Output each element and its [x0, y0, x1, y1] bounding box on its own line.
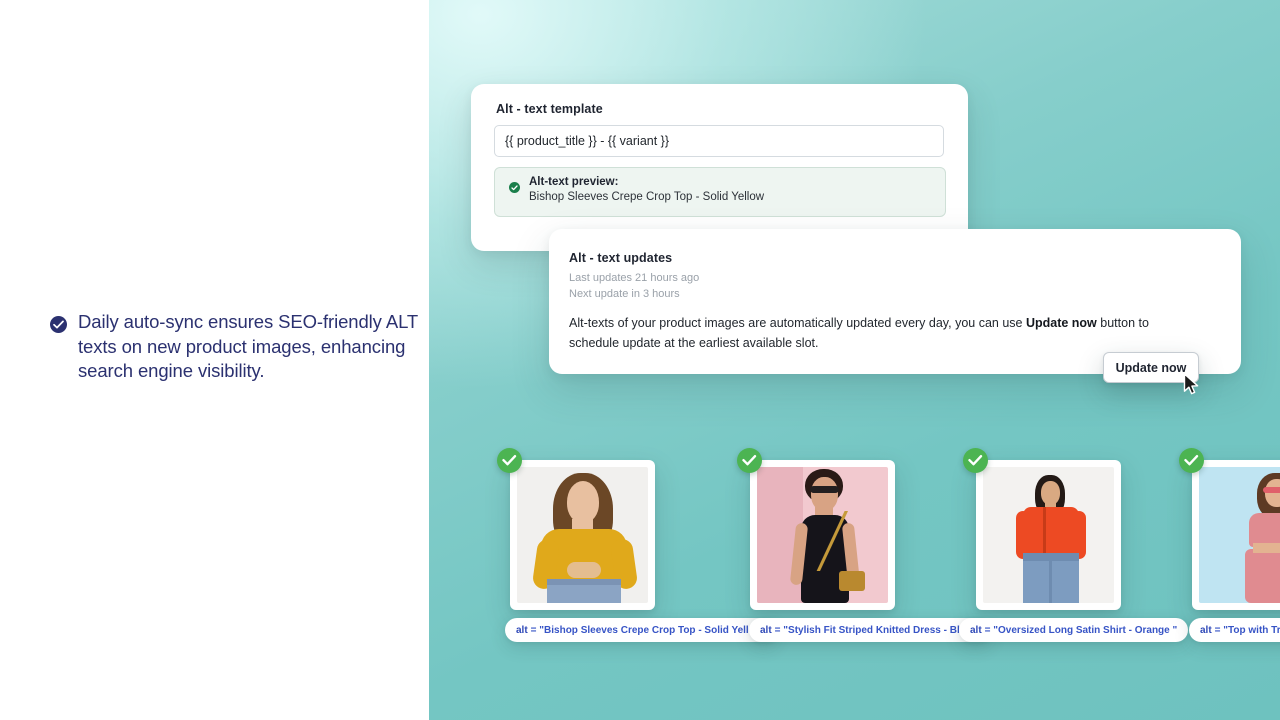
- alt-text-chip: alt = "Stylish Fit Striped Knitted Dress…: [749, 618, 993, 642]
- alt-text-preview-box: Alt-text preview: Bishop Sleeves Crepe C…: [494, 167, 946, 217]
- last-update-text: Last updates 21 hours ago: [569, 272, 700, 284]
- alt-chip-value: = "Bishop Sleeves Crepe Crop Top - Solid…: [530, 624, 768, 636]
- alt-text-updates-title: Alt - text updates: [569, 251, 673, 265]
- product-card-row: alt = "Bishop Sleeves Crepe Crop Top - S…: [429, 448, 1280, 652]
- alt-text-chip: alt = "Top with Trousers: [1189, 618, 1280, 642]
- product-image-frame: [510, 460, 655, 610]
- product-image-frame: [750, 460, 895, 610]
- left-white-panel: Daily auto-sync ensures SEO-friendly ALT…: [0, 0, 429, 720]
- alt-chip-value: = "Top with Trousers: [1214, 624, 1280, 636]
- alt-text-template-card: Alt - text template Alt-text preview: Bi…: [471, 84, 968, 251]
- alt-text-preview-value: Bishop Sleeves Crepe Crop Top - Solid Ye…: [529, 191, 765, 203]
- product-card[interactable]: alt = "Top with Trousers: [1179, 448, 1280, 642]
- product-photo-woman-orange-satin-shirt: [983, 467, 1114, 603]
- product-card[interactable]: alt = "Stylish Fit Striped Knitted Dress…: [737, 448, 993, 642]
- alt-chip-value: = "Oversized Long Satin Shirt - Orange ": [984, 624, 1178, 636]
- alt-text-chip: alt = "Oversized Long Satin Shirt - Oran…: [959, 618, 1189, 642]
- check-circle-icon: [509, 182, 520, 193]
- screenshot-root: Alt - text template Alt-text preview: Bi…: [0, 0, 1280, 720]
- alt-text-preview-label: Alt-text preview:: [529, 176, 619, 188]
- product-card[interactable]: alt = "Bishop Sleeves Crepe Crop Top - S…: [497, 448, 779, 642]
- update-now-button[interactable]: Update now: [1103, 352, 1199, 383]
- next-update-text: Next update in 3 hours: [569, 288, 680, 300]
- check-circle-icon: [50, 316, 67, 333]
- feature-bullet: Daily auto-sync ensures SEO-friendly ALT…: [50, 310, 420, 384]
- alt-text-updates-description: Alt-texts of your product images are aut…: [569, 313, 1194, 353]
- product-photo-woman-pink-top-trousers: [1199, 467, 1280, 603]
- alt-chip-key: alt: [1200, 624, 1212, 636]
- description-part-1: Alt-texts of your product images are aut…: [569, 316, 1026, 330]
- alt-text-template-input[interactable]: [494, 125, 944, 157]
- teal-background-panel: Alt - text template Alt-text preview: Bi…: [429, 0, 1280, 720]
- alt-chip-key: alt: [516, 624, 528, 636]
- alt-chip-key: alt: [970, 624, 982, 636]
- alt-chip-value: = "Stylish Fit Striped Knitted Dress - B…: [774, 624, 982, 636]
- feature-bullet-text: Daily auto-sync ensures SEO-friendly ALT…: [78, 311, 418, 381]
- check-circle-icon: [497, 448, 522, 473]
- check-circle-icon: [737, 448, 762, 473]
- product-photo-woman-yellow-crop-top: [517, 467, 648, 603]
- alt-text-template-title: Alt - text template: [496, 102, 603, 116]
- alt-text-chip: alt = "Bishop Sleeves Crepe Crop Top - S…: [505, 618, 779, 642]
- check-circle-icon: [963, 448, 988, 473]
- product-photo-woman-black-knitted-dress: [757, 467, 888, 603]
- description-strong: Update now: [1025, 316, 1097, 330]
- alt-chip-key: alt: [760, 624, 772, 636]
- product-card[interactable]: alt = "Oversized Long Satin Shirt - Oran…: [959, 448, 1189, 642]
- check-circle-icon: [1179, 448, 1204, 473]
- product-image-frame: [976, 460, 1121, 610]
- product-image-frame: [1192, 460, 1280, 610]
